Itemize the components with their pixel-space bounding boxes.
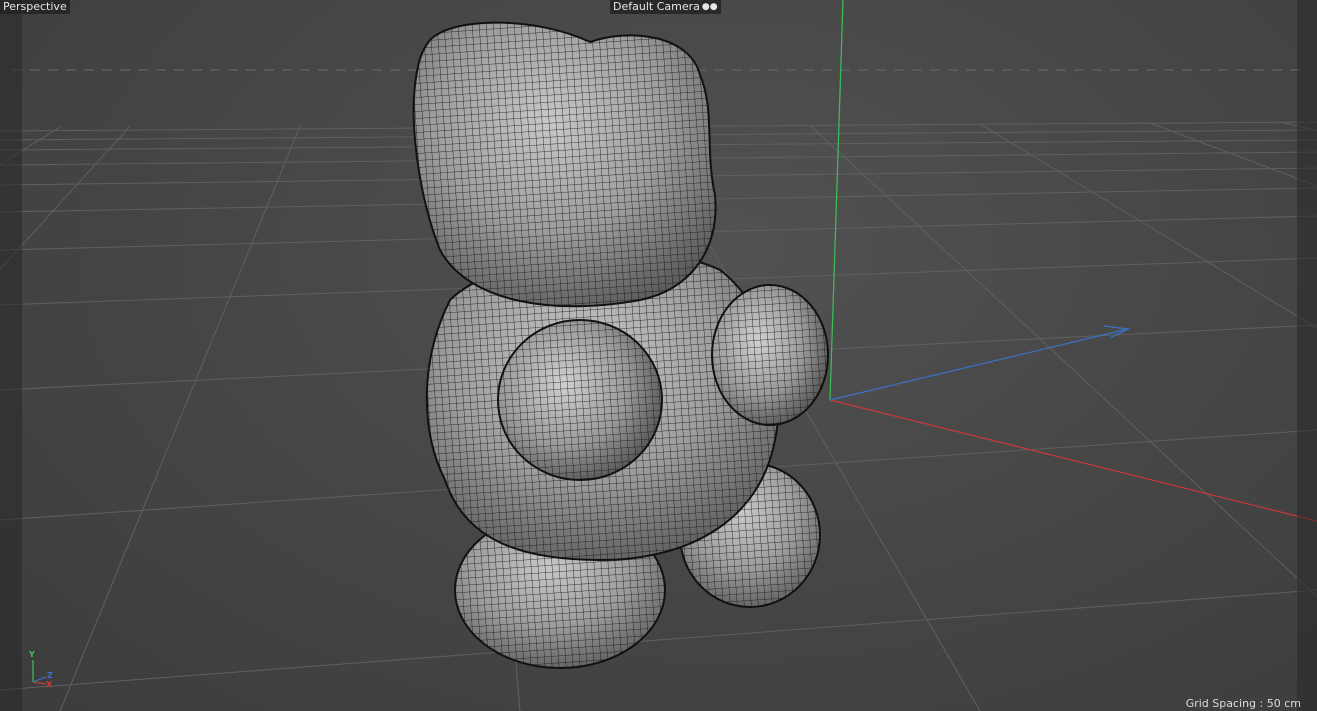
- head: [412, 21, 717, 308]
- viewport-right-edge: [1297, 0, 1317, 711]
- gummy-bear-mesh[interactable]: [412, 21, 829, 669]
- camera-label: Default Camera: [613, 0, 700, 13]
- gizmo-y-label: Y: [29, 650, 35, 659]
- right-arm: [711, 284, 829, 426]
- camera-icon: ●●: [701, 2, 718, 12]
- left-arm: [497, 319, 663, 481]
- world-axis-x: [829, 399, 1317, 522]
- 3d-viewport[interactable]: Perspective Default Camera ●● Y Z X Grid…: [0, 0, 1317, 711]
- view-name-label[interactable]: Perspective: [0, 0, 70, 14]
- gizmo-z-axis: [32, 676, 47, 683]
- axis-gizmo: [32, 660, 47, 685]
- viewport-left-edge: [0, 0, 22, 711]
- grid-spacing-readout: Grid Spacing : 50 cm: [1185, 697, 1301, 710]
- gizmo-z-label: Z: [47, 671, 53, 680]
- gizmo-x-axis: [32, 681, 47, 685]
- viewport-scene[interactable]: [0, 0, 1317, 711]
- world-axis-z: [829, 328, 1129, 401]
- world-axis-y: [829, 0, 844, 401]
- gizmo-x-label: X: [46, 680, 53, 689]
- camera-menu[interactable]: Default Camera ●●: [610, 0, 721, 14]
